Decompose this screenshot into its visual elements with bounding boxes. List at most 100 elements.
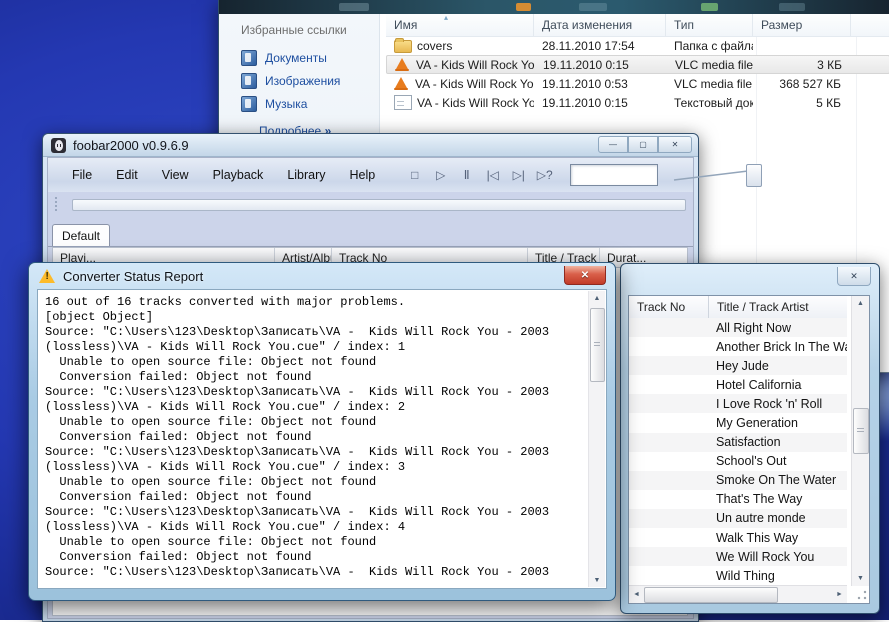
maximize-button[interactable]: ▢ [628,136,658,153]
file-icon [394,95,412,110]
close-button[interactable]: ✕ [837,267,871,286]
close-button[interactable]: ✕ [564,266,606,285]
track-row[interactable]: School's Out [629,452,847,471]
playback-button[interactable]: ▷? [533,164,556,186]
track-title-cell: Un autre monde [705,511,847,525]
report-line: Source: "C:\Users\123\Desktop\Записать\V… [45,445,584,460]
track-row[interactable]: Walk This Way [629,528,847,547]
pattern-input[interactable] [570,164,658,186]
scroll-down-icon[interactable]: ▼ [589,573,605,587]
folder-stack-icon [241,96,257,112]
menu-item[interactable]: File [60,164,104,186]
file-rows: covers 28.11.2010 17:54 Папка с файлами … [386,36,889,112]
sidebar-link[interactable]: Музыка [219,92,379,115]
track-title-cell: Smoke On The Water [705,473,847,487]
track-row[interactable]: Wild Thing [629,566,847,585]
tracklist-column-headers: Track No Title / Track Artist [629,296,847,319]
track-row[interactable]: All Right Now [629,318,847,337]
file-icon [394,40,412,53]
scroll-left-icon[interactable]: ◄ [629,586,644,603]
scrollbar-thumb[interactable] [853,408,869,454]
report-text: 16 out of 16 tracks converted with major… [45,295,584,580]
explorer-toolbar[interactable] [219,0,889,14]
dialog-title-bar[interactable]: Converter Status Report [29,263,615,289]
report-line: Unable to open source file: Object not f… [45,415,584,430]
converter-status-dialog: Converter Status Report ✕ 16 out of 16 t… [28,262,616,601]
track-row[interactable]: I Love Rock 'n' Roll [629,394,847,413]
sidebar-link-label: Документы [265,51,327,65]
volume-handle[interactable] [746,164,762,187]
status-report-textarea[interactable]: 16 out of 16 tracks converted with major… [37,289,607,589]
file-type-cell: Папка с файлами [666,39,753,53]
menu-item[interactable]: Library [275,164,337,186]
menu-item[interactable]: Edit [104,164,150,186]
track-title-cell: Another Brick In The Wall [705,340,847,354]
playback-button[interactable]: ▷ [429,164,452,186]
track-row[interactable]: Satisfaction [629,433,847,452]
help-icon [701,3,718,11]
menu-item[interactable]: Help [338,164,388,186]
track-row[interactable]: That's The Way [629,490,847,509]
foobar-title-bar[interactable]: foobar2000 v0.9.6.9 — ▢ ✕ [43,134,698,157]
burn-icon [516,3,531,11]
track-title-cell: Hey Jude [705,359,847,373]
resize-grip[interactable] [855,589,868,602]
file-size-cell: 3 КБ [754,58,852,72]
report-line: Unable to open source file: Object not f… [45,475,584,490]
playback-button[interactable]: ▷| [507,164,530,186]
sidebar-links: Документы Изображения Музыка [219,46,379,115]
track-row[interactable]: We Will Rock You [629,547,847,566]
menu-item[interactable]: Playback [201,164,276,186]
close-button[interactable]: ✕ [658,136,692,153]
playback-button[interactable]: □ [403,164,426,186]
report-line: Unable to open source file: Object not f… [45,535,584,550]
playlist-tab-default[interactable]: Default [52,224,110,246]
scroll-up-icon[interactable]: ▲ [589,291,605,305]
scrollbar-thumb[interactable] [590,308,605,382]
vertical-scrollbar[interactable]: ▲ ▼ [851,296,869,586]
report-line: 16 out of 16 tracks converted with major… [45,295,584,310]
column-header-size[interactable]: Размер [753,14,851,36]
track-row[interactable]: Hotel California [629,375,847,394]
scroll-right-icon[interactable]: ► [832,586,847,603]
minimize-button[interactable]: — [598,136,628,153]
track-title-cell: I Love Rock 'n' Roll [705,397,847,411]
report-line: [object Object] [45,310,584,325]
track-row[interactable]: My Generation [629,413,847,432]
file-name-cell: VA - Kids Will Rock You [386,77,534,91]
playback-button[interactable]: |◁ [481,164,504,186]
file-row[interactable]: VA - Kids Will Rock You 19.11.2010 0:15 … [386,93,889,112]
column-header-name[interactable]: Имя ▴ [386,14,534,36]
report-line: (lossless)\VA - Kids Will Rock You.cue" … [45,520,584,535]
sidebar-link[interactable]: Изображения [219,69,379,92]
menu-item[interactable]: View [150,164,201,186]
track-title-cell: Satisfaction [705,435,847,449]
column-header-track-no[interactable]: Track No [629,296,709,318]
scroll-down-icon[interactable]: ▼ [852,571,869,586]
file-row[interactable]: VA - Kids Will Rock You 19.11.2010 0:53 … [386,74,889,93]
playlist-tab-strip: Default [48,220,693,247]
seekbar[interactable] [72,199,686,211]
file-row[interactable]: covers 28.11.2010 17:54 Папка с файлами [386,36,889,55]
file-type-cell: VLC media file (.c... [667,58,754,72]
toolbar-text-blur [779,3,805,11]
vertical-scrollbar[interactable]: ▲ ▼ [588,291,605,587]
horizontal-scrollbar[interactable]: ◄ ► [629,585,847,603]
sidebar-link[interactable]: Документы [219,46,379,69]
track-title-cell: We Will Rock You [705,550,847,564]
track-row[interactable]: Hey Jude [629,356,847,375]
toolbar-grip[interactable] [54,197,58,213]
column-header-type[interactable]: Тип [666,14,753,36]
track-title-cell: Hotel California [705,378,847,392]
scroll-up-icon[interactable]: ▲ [852,296,869,311]
track-row[interactable]: Smoke On The Water [629,471,847,490]
volume-slider[interactable] [672,164,764,186]
track-row[interactable]: Another Brick In The Wall [629,337,847,356]
file-row[interactable]: VA - Kids Will Rock You 19.11.2010 0:15 … [386,55,889,74]
playback-button[interactable]: Ⅱ [455,164,478,186]
column-header-title[interactable]: Title / Track Artist [709,296,847,318]
column-header-date[interactable]: Дата изменения [534,14,666,36]
scrollbar-thumb[interactable] [644,587,778,603]
track-row[interactable]: Un autre monde [629,509,847,528]
file-name-cell: VA - Kids Will Rock You [387,58,535,72]
